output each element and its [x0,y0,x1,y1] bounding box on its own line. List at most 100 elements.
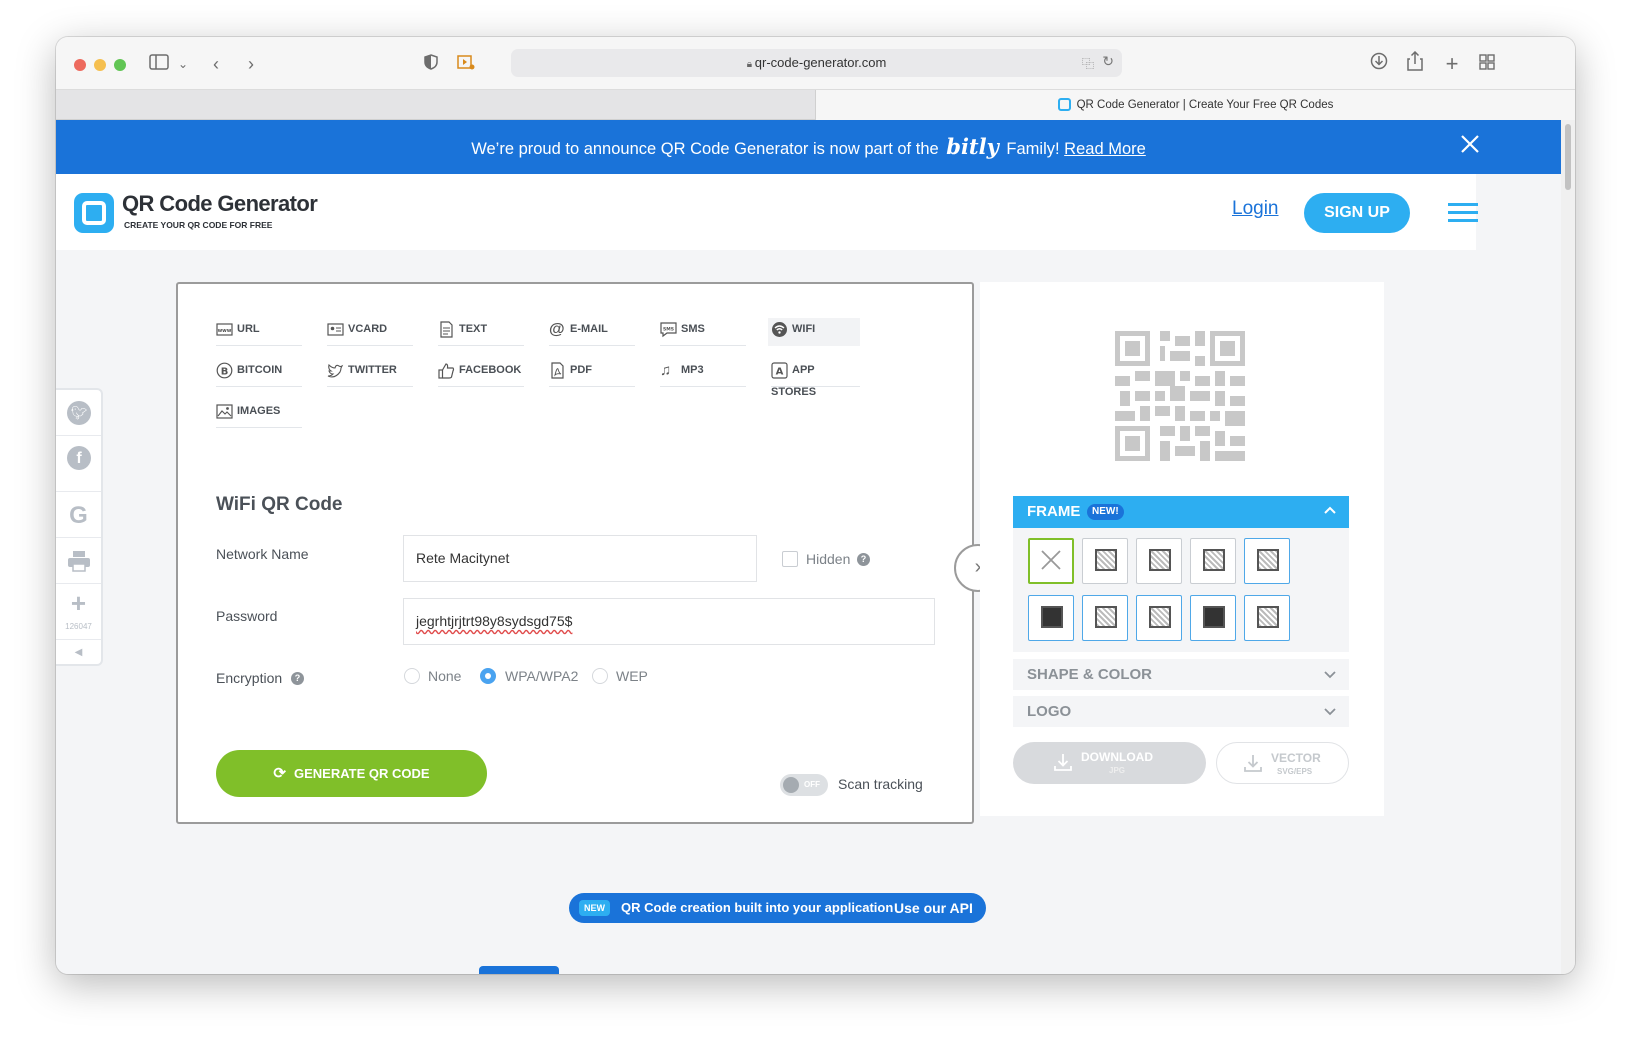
encryption-wpa-label: WPA/WPA2 [505,668,579,684]
share-count: 126047 [65,622,92,631]
password-value: jegrhtjrjtrt98y8sydsgd75$ [416,613,573,629]
browser-toolbar: ⌄ ‹ › 🔒︎ qr-code-generator.com ⿻ ↻ + [56,37,1575,90]
type-images[interactable]: IMAGES [216,400,302,428]
frame-option-3[interactable] [1136,538,1182,584]
download-icon [1053,752,1073,775]
close-window-button[interactable] [74,59,86,71]
hidden-checkbox[interactable] [782,551,798,567]
type-app-stores[interactable]: A APP STORES [771,359,860,398]
signup-button[interactable]: SIGN UP [1304,193,1410,233]
type-url-label: URL [237,323,260,335]
use-api-link[interactable]: Use our API [894,893,973,923]
type-sms[interactable]: SMS SMS [660,318,746,346]
zoom-window-button[interactable] [114,59,126,71]
downloads-icon[interactable] [1368,51,1390,77]
collapse-sidebar-icon[interactable]: ◀ [56,642,101,664]
share-twitter-button[interactable]: 🐦︎ [56,390,101,436]
type-vcard[interactable]: VCARD [327,318,413,346]
type-text[interactable]: TEXT [438,318,524,346]
share-icon[interactable] [1404,50,1426,77]
app-stores-icon: A [771,361,788,379]
type-wifi[interactable]: WIFI [768,318,860,346]
banner-text-before: We’re proud to announce QR Code Generato… [471,140,939,158]
print-button[interactable] [56,538,101,584]
frame-option-8[interactable] [1136,595,1182,641]
network-name-input[interactable]: Rete Macitynet [403,535,757,582]
svg-text:B: B [221,366,229,377]
frame-option-10[interactable] [1244,595,1290,641]
minimize-window-button[interactable] [94,59,106,71]
share-more-button[interactable]: + 126047 [56,584,101,640]
download-jpg-button[interactable]: DOWNLOAD JPG [1013,742,1206,784]
frame-option-5[interactable] [1244,538,1290,584]
favicon-icon [1057,98,1071,112]
read-more-link[interactable]: Read More [1064,140,1146,158]
page-scrollbar[interactable] [1561,120,1575,974]
share-facebook-button[interactable]: f [56,436,101,492]
scrollbar-thumb[interactable] [1565,124,1571,190]
encryption-help-icon[interactable]: ? [291,672,304,685]
frame-new-badge: NEW! [1087,504,1124,520]
shape-color-section[interactable]: SHAPE & COLOR [1013,659,1349,690]
address-bar[interactable]: 🔒︎ qr-code-generator.com ⿻ ↻ [511,49,1122,77]
hamburger-menu-icon[interactable] [1448,202,1478,224]
chevron-up-icon [1323,503,1337,522]
logo[interactable]: QR Code Generator CREATE YOUR QR CODE FO… [74,191,334,235]
qr-generator-card: www URL VCARD TEXT @ E-MAIL SMS SMS WIFI BB… [176,282,1002,824]
api-promo-text: QR Code creation built into your applica… [621,900,894,915]
site-header: QR Code Generator CREATE YOUR QR CODE FO… [56,174,1478,250]
type-sms-label: SMS [681,323,705,335]
login-link[interactable]: Login [1232,198,1279,220]
twitter-icon: 🐦︎ [67,401,91,425]
type-email[interactable]: @ E-MAIL [549,318,635,346]
type-twitter[interactable]: TWITTER [327,359,413,387]
extension-icon[interactable] [456,51,476,77]
share-sidebar: 🐦︎ f G + 126047 ◀ [56,388,103,666]
tab-qr-code-generator[interactable]: QR Code Generator | Create Your Free QR … [815,90,1575,120]
type-bitcoin[interactable]: B BITCOIN [216,359,302,387]
bitly-logo: bitly [946,134,999,159]
frame-option-none[interactable] [1028,538,1074,584]
frame-section-header[interactable]: FRAME NEW! [1013,496,1349,528]
type-facebook[interactable]: FACEBOOK [438,359,524,387]
reload-icon[interactable]: ↻ [1102,53,1114,70]
type-pdf-label: PDF [570,364,592,376]
url-text: 🔒︎ qr-code-generator.com [511,49,1122,79]
frame-thumbnail-icon [1257,549,1279,571]
frame-thumbnail-icon [1203,549,1225,571]
download-sublabel: JPG [1109,766,1126,775]
browser-window: ⌄ ‹ › 🔒︎ qr-code-generator.com ⿻ ↻ + QR … [56,37,1575,974]
music-note-icon: ♫ [660,361,672,379]
tab-overview-icon[interactable] [1476,51,1498,77]
sidebar-toggle-icon[interactable] [148,51,170,77]
encryption-wpa-radio[interactable] [480,668,496,684]
forward-icon[interactable]: › [241,51,261,77]
download-vector-button[interactable]: VECTOR SVG/EPS [1216,742,1349,784]
privacy-shield-icon[interactable] [421,51,441,77]
close-banner-icon[interactable] [1458,132,1488,162]
password-label: Password [216,608,278,624]
frame-option-9[interactable] [1190,595,1236,641]
frame-thumbnail-icon [1149,606,1171,628]
chevron-down-icon[interactable]: ⌄ [176,51,190,77]
frame-option-7[interactable] [1082,595,1128,641]
back-icon[interactable]: ‹ [206,51,226,77]
frame-option-2[interactable] [1082,538,1128,584]
type-mp3[interactable]: ♫ MP3 [660,359,746,387]
encryption-wep-radio[interactable] [592,668,608,684]
share-google-button[interactable]: G [56,492,101,538]
announcement-banner: We’re proud to announce QR Code Generato… [56,120,1561,174]
type-pdf[interactable]: PDF [549,359,635,387]
encryption-none-radio[interactable] [404,668,420,684]
generate-qr-code-button[interactable]: ⟳ GENERATE QR CODE [216,750,487,797]
hidden-help-icon[interactable]: ? [857,553,870,566]
frame-option-4[interactable] [1190,538,1236,584]
scan-tracking-toggle[interactable]: OFF [780,774,828,796]
password-input[interactable]: jegrhtjrjtrt98y8sydsgd75$ [403,598,935,645]
translate-icon[interactable]: ⿻ [1082,55,1094,72]
type-url[interactable]: www URL [216,318,302,346]
frame-option-6[interactable] [1028,595,1074,641]
logo-section[interactable]: LOGO [1013,696,1349,727]
new-tab-icon[interactable]: + [1441,51,1463,77]
api-promo-pill[interactable]: NEW QR Code creation built into your app… [569,893,986,923]
